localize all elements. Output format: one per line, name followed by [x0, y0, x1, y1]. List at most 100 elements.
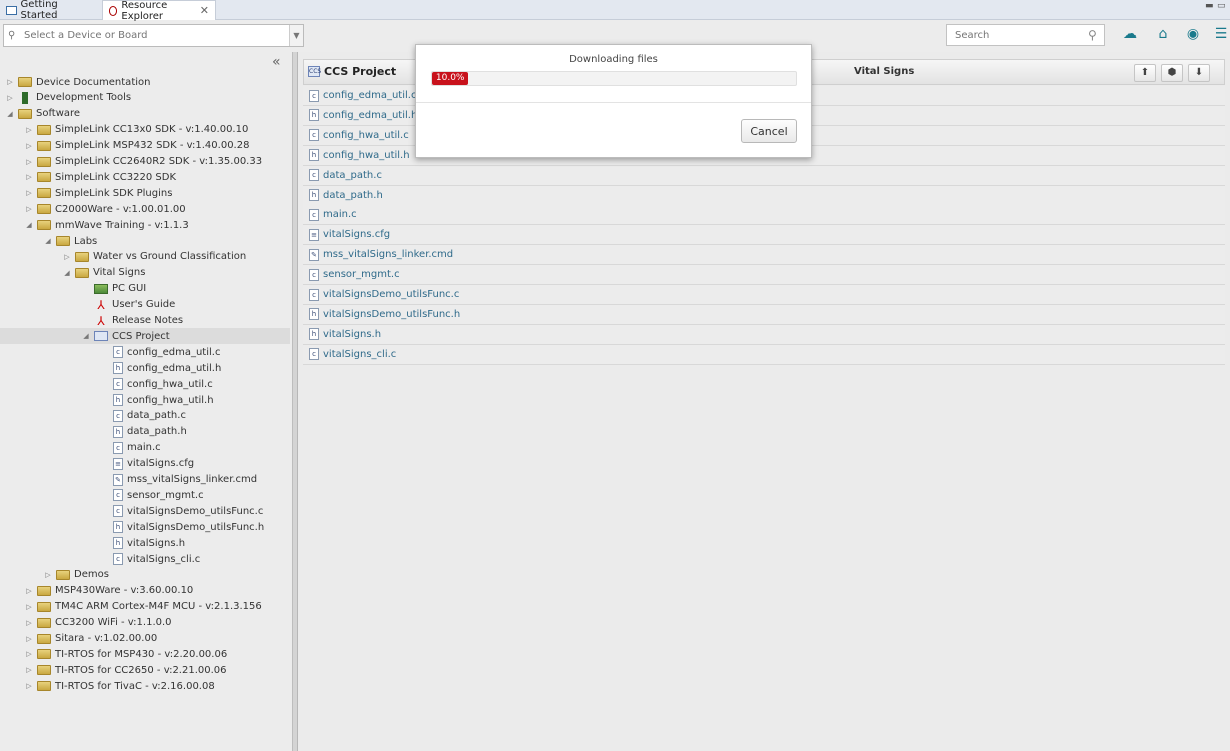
tree-item[interactable]: ▷ MSP430Ware - v:3.60.00.10 [0, 583, 290, 599]
file-link[interactable]: config_edma_util.h [323, 110, 417, 121]
file-link[interactable]: vitalSignsDemo_utilsFunc.c [323, 289, 459, 300]
cloud-icon[interactable]: ☁ [1119, 26, 1141, 46]
tree-item[interactable]: c config_hwa_util.c [0, 376, 290, 392]
collapse-panel-icon[interactable]: « [272, 54, 281, 70]
file-link[interactable]: vitalSigns_cli.c [323, 349, 396, 360]
tree-item[interactable]: ⅄ User's Guide [0, 297, 290, 313]
tree-item[interactable]: ▷ CC3200 WiFi - v:1.1.0.0 [0, 615, 290, 631]
tree-item[interactable]: ◢ Vital Signs [0, 265, 290, 281]
tree-item[interactable]: c vitalSignsDemo_utilsFunc.c [0, 503, 290, 519]
expand-icon[interactable]: ▷ [25, 603, 33, 611]
file-row[interactable]: h data_path.h [303, 185, 1225, 206]
file-link[interactable]: data_path.h [323, 190, 383, 201]
tree-item[interactable]: ▷ Demos [0, 567, 290, 583]
cancel-button[interactable]: Cancel [741, 119, 797, 143]
tree-item[interactable]: ▷ TI-RTOS for CC2650 - v:2.21.00.06 [0, 662, 290, 678]
expand-icon[interactable]: ▷ [25, 205, 33, 213]
tab-getting-started[interactable]: Getting Started [0, 0, 100, 21]
file-link[interactable]: mss_vitalSigns_linker.cmd [323, 249, 453, 260]
tree-item[interactable]: ◢ Labs [0, 233, 290, 249]
tree-item[interactable]: c data_path.c [0, 408, 290, 424]
tree-item[interactable]: h config_edma_util.h [0, 360, 290, 376]
home-icon[interactable]: ⌂ [1152, 26, 1174, 46]
expand-icon[interactable]: ▷ [25, 126, 33, 134]
expand-icon[interactable]: ▷ [25, 142, 33, 150]
tree-item[interactable]: ◢ CCS Project [0, 328, 290, 345]
expand-icon[interactable]: ▷ [25, 173, 33, 181]
file-row[interactable]: c sensor_mgmt.c [303, 265, 1225, 286]
tree-item[interactable]: ▷ TI-RTOS for TivaC - v:2.16.00.08 [0, 678, 290, 694]
collapse-icon[interactable]: ◢ [63, 269, 71, 277]
file-link[interactable]: main.c [323, 209, 357, 220]
search-box[interactable]: ⚲ [946, 24, 1105, 46]
collapse-icon[interactable]: ◢ [82, 332, 90, 340]
expand-icon[interactable]: ▷ [25, 635, 33, 643]
expand-icon[interactable]: ▷ [6, 78, 14, 86]
tree-item[interactable]: ◢ mmWave Training - v:1.1.3 [0, 217, 290, 233]
tree-item[interactable]: ≡ vitalSigns.cfg [0, 456, 290, 472]
up-button[interactable]: ⬆ [1134, 64, 1156, 82]
tree-item[interactable]: ▷ SimpleLink CC13x0 SDK - v:1.40.00.10 [0, 122, 290, 138]
file-row[interactable]: c vitalSigns_cli.c [303, 344, 1225, 365]
tree-item[interactable]: ▷ TI-RTOS for MSP430 - v:2.20.00.06 [0, 646, 290, 662]
tree-item[interactable]: ▷ C2000Ware - v:1.00.01.00 [0, 201, 290, 217]
tree-item[interactable]: c vitalSigns_cli.c [0, 551, 290, 567]
device-select-input[interactable] [22, 29, 289, 42]
maximize-icon[interactable]: ▭ [1217, 1, 1226, 11]
tree-item[interactable]: c config_edma_util.c [0, 344, 290, 360]
tree-item[interactable]: h data_path.h [0, 424, 290, 440]
tree-item[interactable]: c sensor_mgmt.c [0, 487, 290, 503]
tree-item[interactable]: ▷ SimpleLink CC3220 SDK [0, 169, 290, 185]
collapse-icon[interactable]: ◢ [44, 237, 52, 245]
search-icon[interactable]: ⚲ [1088, 28, 1104, 42]
collapse-icon[interactable]: ◢ [25, 221, 33, 229]
search-input[interactable] [947, 28, 1088, 42]
device-select[interactable]: ⚲ ▼ [3, 24, 304, 47]
tree-item[interactable]: ▷ Device Documentation [0, 74, 290, 90]
tree-item[interactable]: ✎ mss_vitalSigns_linker.cmd [0, 472, 290, 488]
chevron-down-icon[interactable]: ▼ [289, 25, 303, 46]
download-button[interactable]: ⬇ [1188, 64, 1210, 82]
file-row[interactable]: ✎ mss_vitalSigns_linker.cmd [303, 245, 1225, 266]
tree-item[interactable]: h vitalSigns.h [0, 535, 290, 551]
expand-icon[interactable]: ▷ [44, 571, 52, 579]
file-row[interactable]: c vitalSignsDemo_utilsFunc.c [303, 285, 1225, 305]
tree-item[interactable]: ▷ Development Tools [0, 90, 290, 106]
tree-item[interactable]: c main.c [0, 440, 290, 456]
file-link[interactable]: config_hwa_util.c [323, 130, 409, 141]
file-link[interactable]: config_hwa_util.h [323, 150, 410, 161]
expand-icon[interactable]: ▷ [25, 682, 33, 690]
file-link[interactable]: vitalSignsDemo_utilsFunc.h [323, 309, 460, 320]
tree-item[interactable]: ⅄ Release Notes [0, 313, 290, 329]
eye-icon[interactable]: ◉ [1182, 26, 1204, 46]
file-link[interactable]: data_path.c [323, 170, 382, 181]
minimize-icon[interactable]: ▬ [1205, 1, 1214, 11]
file-row[interactable]: ≡ vitalSigns.cfg [303, 225, 1225, 246]
expand-icon[interactable]: ▷ [25, 587, 33, 595]
file-row[interactable]: c main.c [303, 205, 1225, 226]
expand-icon[interactable]: ▷ [25, 189, 33, 197]
import-button[interactable]: ⬢ [1161, 64, 1183, 82]
tree-item[interactable]: h config_hwa_util.h [0, 392, 290, 408]
file-link[interactable]: config_edma_util.c [323, 90, 416, 101]
expand-icon[interactable]: ▷ [6, 94, 14, 102]
close-icon[interactable]: ✕ [200, 4, 209, 17]
tree-item[interactable]: ▷ Sitara - v:1.02.00.00 [0, 631, 290, 647]
expand-icon[interactable]: ▷ [25, 666, 33, 674]
file-link[interactable]: sensor_mgmt.c [323, 269, 400, 280]
collapse-icon[interactable]: ◢ [6, 110, 14, 118]
tree-item[interactable]: ▷ SimpleLink CC2640R2 SDK - v:1.35.00.33 [0, 154, 290, 170]
expand-icon[interactable]: ▷ [25, 619, 33, 627]
tree-item[interactable]: ▷ Water vs Ground Classification [0, 249, 290, 265]
expand-icon[interactable]: ▷ [25, 650, 33, 658]
file-row[interactable]: h vitalSigns.h [303, 324, 1225, 345]
tree-item[interactable]: ▷ SimpleLink SDK Plugins [0, 185, 290, 201]
tab-resource-explorer[interactable]: Resource Explorer ✕ [102, 0, 216, 22]
expand-icon[interactable]: ▷ [25, 158, 33, 166]
file-link[interactable]: vitalSigns.h [323, 329, 381, 340]
tree-item[interactable]: ◢ Software [0, 106, 290, 122]
tree-item[interactable]: ▷ TM4C ARM Cortex-M4F MCU - v:2.1.3.156 [0, 599, 290, 615]
file-row[interactable]: c data_path.c [303, 165, 1225, 186]
expand-icon[interactable]: ▷ [63, 253, 71, 261]
tree-item[interactable]: h vitalSignsDemo_utilsFunc.h [0, 519, 290, 535]
